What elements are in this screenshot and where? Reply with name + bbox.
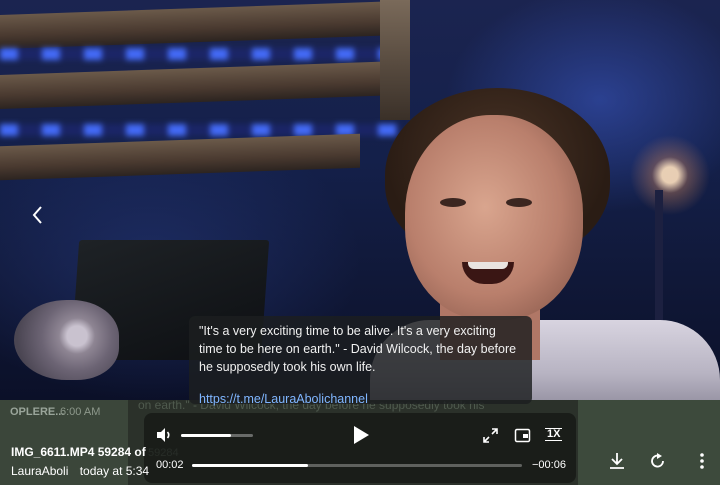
video-person xyxy=(506,198,532,207)
volume-fill xyxy=(181,434,232,437)
previous-media-button[interactable] xyxy=(28,200,48,230)
playback-speed-button[interactable]: 1X xyxy=(545,428,563,441)
video-person xyxy=(405,115,583,320)
fullscreen-button[interactable] xyxy=(482,427,499,444)
picture-in-picture-icon xyxy=(514,428,531,443)
seek-progress xyxy=(192,464,308,467)
media-sender[interactable]: LauraAboli xyxy=(11,464,68,478)
video-scenery xyxy=(380,0,410,120)
volume-icon xyxy=(157,428,170,442)
caption-text: "It's a very exciting time to be alive. … xyxy=(199,324,517,374)
play-icon xyxy=(354,426,369,444)
volume-button[interactable] xyxy=(155,426,173,444)
video-scenery xyxy=(0,48,400,60)
media-file-name: IMG_6611.MP4 59284 of xyxy=(11,445,146,459)
media-sender-line: LauraAboli today at 5:34 xyxy=(11,464,149,478)
picture-in-picture-button[interactable] xyxy=(514,427,531,444)
chevron-left-icon xyxy=(32,206,42,224)
video-scenery xyxy=(14,300,119,380)
media-timestamp: today at 5:34 xyxy=(79,464,150,478)
more-vertical-icon xyxy=(700,453,704,469)
video-scenery xyxy=(0,1,400,49)
seek-bar[interactable] xyxy=(192,464,522,467)
fullscreen-icon xyxy=(483,428,498,443)
forward-button[interactable] xyxy=(648,451,668,471)
caption-link[interactable]: https://t.me/LauraAbolichannel xyxy=(199,390,522,408)
video-scenery xyxy=(0,133,360,181)
video-scenery xyxy=(0,61,400,109)
volume-slider[interactable] xyxy=(181,434,253,437)
current-time: 00:02 xyxy=(156,459,184,471)
forward-icon xyxy=(651,453,664,468)
play-button[interactable] xyxy=(351,425,371,445)
chat-sender-fragment: OPLERE... xyxy=(10,406,65,418)
download-icon xyxy=(610,453,624,469)
download-button[interactable] xyxy=(607,451,627,471)
chat-time-fragment: 6:00 AM xyxy=(60,406,101,418)
more-options-button[interactable] xyxy=(692,451,712,471)
video-controls xyxy=(144,413,576,483)
media-caption: "It's a very exciting time to be alive. … xyxy=(189,316,532,406)
remaining-time: −00:06 xyxy=(532,459,566,471)
video-person xyxy=(440,198,466,207)
